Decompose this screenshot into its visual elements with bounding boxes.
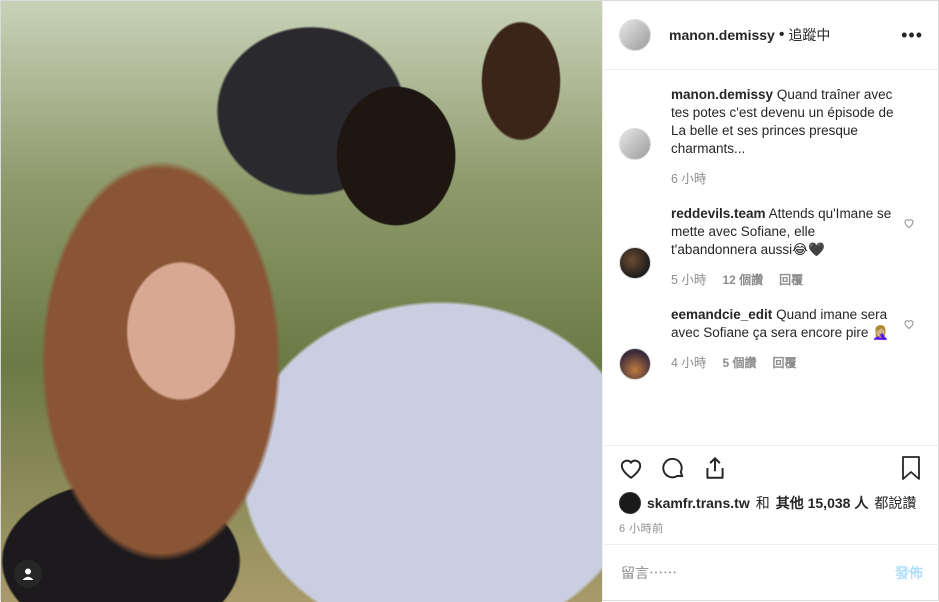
- action-bar: [603, 445, 939, 489]
- heart-icon[interactable]: [903, 318, 915, 330]
- follow-status[interactable]: 追蹤中: [788, 25, 830, 45]
- caption: manon.demissy Quand traîner avec tes pot…: [619, 86, 923, 188]
- share-icon[interactable]: [701, 454, 729, 482]
- comment-username[interactable]: reddevils.team: [671, 206, 766, 221]
- likes-count[interactable]: 其他 15,038 人: [776, 493, 869, 513]
- more-options-icon[interactable]: •••: [901, 25, 923, 46]
- comment-username[interactable]: eemandcie_edit: [671, 307, 772, 322]
- comment-time[interactable]: 4 小時: [671, 354, 706, 372]
- reply-button[interactable]: 回覆: [779, 271, 803, 289]
- bookmark-icon[interactable]: [897, 454, 925, 482]
- comment-time[interactable]: 5 小時: [671, 271, 706, 289]
- post-timestamp[interactable]: 6 小時前: [619, 520, 664, 536]
- like-heart-icon[interactable]: [617, 454, 645, 482]
- comment-item: eemandcie_edit Quand imane sera avec Sof…: [619, 306, 923, 380]
- comment-input[interactable]: [619, 563, 895, 582]
- comment-item: reddevils.team Attends qu'Imane se mette…: [619, 205, 923, 289]
- comments-list: manon.demissy Quand traîner avec tes pot…: [603, 70, 939, 445]
- likes-suffix: 都說讚: [874, 495, 917, 511]
- comment-username[interactable]: manon.demissy: [671, 87, 773, 102]
- comment-likes[interactable]: 5 個讚: [722, 354, 756, 372]
- instagram-post: manon.demissy • 追蹤中 ••• manon.demissy Qu…: [0, 0, 939, 602]
- commenter-avatar[interactable]: [619, 247, 651, 279]
- heart-icon[interactable]: [903, 217, 915, 229]
- post-button[interactable]: 發佈: [895, 563, 923, 583]
- likes-connector: 和: [755, 495, 770, 511]
- commenter-avatar[interactable]: [619, 348, 651, 380]
- post-header: manon.demissy • 追蹤中 •••: [603, 1, 939, 70]
- likes-summary: skamfr.trans.tw 和 其他 15,038 人 都說讚: [619, 492, 916, 514]
- liker-username[interactable]: skamfr.trans.tw: [647, 495, 750, 511]
- author-avatar[interactable]: [619, 19, 651, 51]
- liker-avatar[interactable]: [619, 492, 641, 514]
- post-panel: manon.demissy • 追蹤中 ••• manon.demissy Qu…: [602, 1, 939, 600]
- reply-button[interactable]: 回覆: [772, 354, 796, 372]
- comment-likes[interactable]: 12 個讚: [722, 271, 763, 289]
- commenter-avatar[interactable]: [619, 128, 651, 160]
- header-separator: •: [778, 26, 785, 43]
- comment-time[interactable]: 6 小時: [671, 170, 706, 188]
- comment-bubble-icon[interactable]: [659, 454, 687, 482]
- add-comment-bar: 發佈: [603, 544, 939, 600]
- author-username[interactable]: manon.demissy: [669, 27, 775, 43]
- post-photo[interactable]: [1, 1, 602, 602]
- user-tag-icon[interactable]: [14, 560, 42, 588]
